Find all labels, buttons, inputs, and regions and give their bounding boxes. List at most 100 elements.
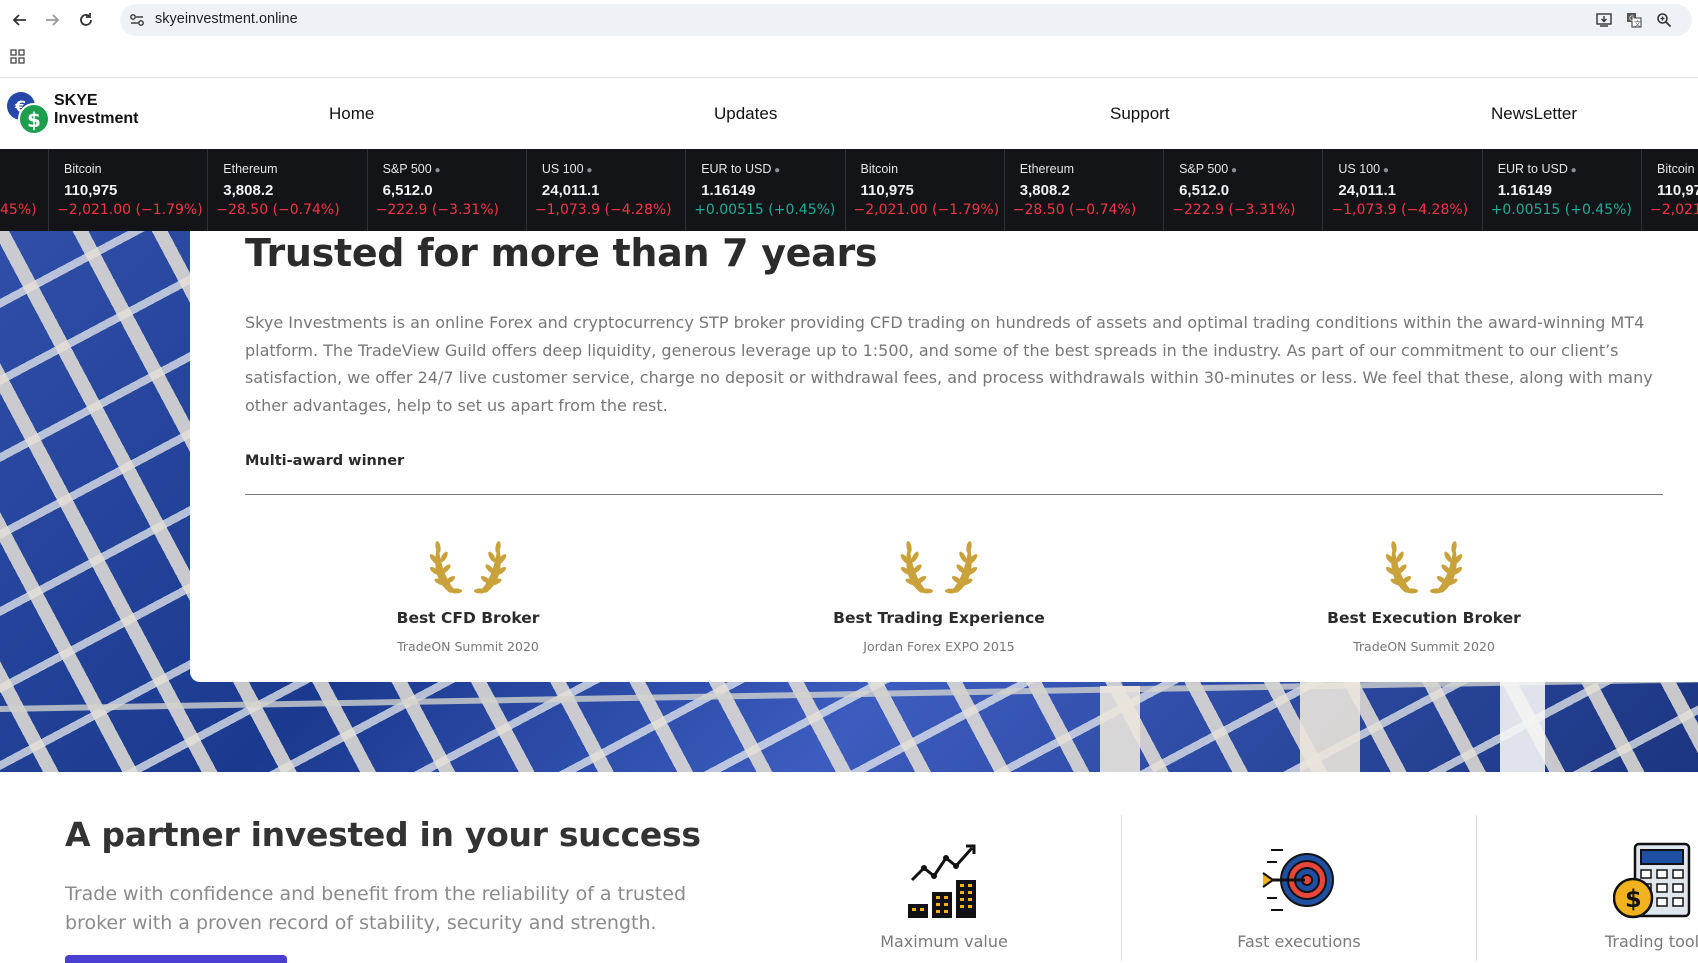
ticker-price: 1.16149 — [1497, 182, 1552, 199]
ticker-price: 6,512.0 — [1179, 182, 1230, 199]
calculator-coin-icon: $ — [1613, 842, 1691, 919]
ticker-change: −1,073.9 (−4.28%) — [534, 202, 672, 218]
ticker-item[interactable]: US 100 ● 24,011.1 −1,073.9 (−4.28%) — [525, 149, 686, 231]
ticker-change: −222.9 (−3.31%) — [375, 202, 499, 218]
ticker-symbol-name: EUR to USD ● — [701, 162, 781, 176]
award-subtitle: Jordan Forex EXPO 2015 — [863, 639, 1015, 654]
site-logo[interactable]: € $ SKYE Investment — [6, 90, 166, 136]
ticker-item[interactable]: US 100 ● 24,011.1 −1,073.9 (−4.28%) — [1322, 149, 1482, 231]
ticker-symbol-name: Bitcoin — [64, 162, 102, 176]
award-best-cfd-broker: Best CFD Broker TradeON Summit 2020 — [318, 531, 618, 654]
ticker-item[interactable]: S&P 500 ● 6,512.0 −222.9 (−3.31%) — [1163, 149, 1323, 231]
feature-label: Maximum value — [880, 932, 1008, 951]
feature-label: Fast executions — [1237, 932, 1361, 951]
svg-text:文: 文 — [1634, 19, 1641, 28]
reload-icon[interactable] — [75, 9, 97, 31]
ticker-price: 3,808.2 — [223, 182, 274, 199]
ticker-price: 3,808.2 — [1019, 182, 1070, 199]
ticker-change: −2,021.00 (−1.79%) — [1650, 202, 1698, 218]
ticker-item[interactable]: EUR to USD ● 1.16149 +0.00515 (+0.45%) — [1481, 149, 1642, 231]
ticker-change: −2,021.00 (−1.79%) — [853, 202, 1000, 218]
svg-text:$: $ — [27, 108, 41, 132]
feature-divider — [1121, 815, 1122, 961]
award-best-execution-broker: Best Execution Broker TradeON Summit 202… — [1274, 531, 1574, 654]
market-status-dot-icon: ● — [583, 165, 593, 176]
trusted-body: Skye Investments is an online Forex and … — [245, 313, 1653, 415]
nav-home[interactable]: Home — [329, 104, 374, 124]
ticker-symbol-name: S&P 500 ● — [382, 162, 441, 176]
ticker-change: −222.9 (−3.31%) — [1172, 202, 1296, 218]
laurel-wreath-icon — [428, 540, 508, 594]
ticker-price: 24,011.1 — [541, 182, 600, 199]
ticker-change: −28.50 (−0.74%) — [1012, 202, 1137, 218]
laurel-wreath-icon — [899, 540, 979, 594]
ticker-symbol-name: EUR to USD ● — [1497, 162, 1577, 176]
ticker-leading-fragment: 45%) — [0, 202, 37, 218]
trusted-title: Trusted for more than 7 years — [245, 231, 878, 275]
ticker-symbol-name: S&P 500 ● — [1179, 162, 1238, 176]
ticker-change: −1,073.9 (−4.28%) — [1331, 202, 1469, 218]
ticker-price: 110,975 — [1657, 182, 1698, 199]
award-title: Best Trading Experience — [833, 609, 1045, 627]
ticker-price: 110,975 — [64, 182, 118, 199]
forward-arrow-icon[interactable] — [41, 9, 63, 31]
ticker-item[interactable]: Ethereum 3,808.2 −28.50 (−0.74%) — [207, 149, 367, 231]
partner-text: Trade with confidence and benefit from t… — [65, 883, 687, 934]
feature-label: Trading tools — [1605, 932, 1698, 951]
market-status-dot-icon: ● — [771, 165, 781, 176]
ticker-item[interactable]: S&P 500 ● 6,512.0 −222.9 (−3.31%) — [366, 149, 527, 231]
ticker-price: 6,512.0 — [382, 182, 433, 199]
ticker-item[interactable]: Ethereum 3,808.2 −28.50 (−0.74%) — [1003, 149, 1164, 231]
url-text[interactable]: skyeinvestment.online — [155, 11, 298, 27]
award-subtitle: TradeON Summit 2020 — [1353, 639, 1495, 654]
laurel-wreath-icon — [1384, 540, 1464, 594]
trusted-card: Trusted for more than 7 years Skye Inves… — [190, 231, 1698, 682]
ticker-change: +0.00515 (+0.45%) — [1490, 202, 1632, 218]
ticker-change: −28.50 (−0.74%) — [216, 202, 340, 218]
nav-updates[interactable]: Updates — [714, 104, 777, 124]
cta-button[interactable] — [65, 955, 287, 963]
ticker-price: 110,975 — [860, 182, 914, 199]
ticker-item[interactable]: Bitcoin 110,975 −2,021.00 (−1.79%) — [48, 149, 208, 231]
feature-divider — [1476, 815, 1477, 961]
market-status-dot-icon: ● — [1228, 165, 1238, 176]
award-title: Best Execution Broker — [1327, 609, 1521, 627]
nav-support[interactable]: Support — [1110, 104, 1170, 124]
ticker-price: 1.16149 — [701, 182, 756, 199]
ticker-symbol-name: US 100 ● — [1338, 162, 1389, 176]
feature-fast-executions: Fast executions — [1179, 840, 1419, 951]
site-settings-icon[interactable] — [129, 12, 145, 28]
svg-text:$: $ — [1625, 885, 1642, 913]
ticker-item[interactable]: EUR to USD ● 1.16149 +0.00515 (+0.45%) — [685, 149, 845, 231]
browser-chrome: skyeinvestment.online G文 — [0, 0, 1698, 78]
award-subtitle: TradeON Summit 2020 — [397, 639, 539, 654]
zoom-icon[interactable] — [1655, 12, 1673, 28]
translate-icon[interactable]: G文 — [1625, 12, 1643, 28]
apps-grid-icon[interactable] — [10, 49, 26, 65]
ticker-symbol-name: Ethereum — [223, 162, 278, 176]
hero-section: Trusted for more than 7 years Skye Inves… — [0, 231, 1698, 772]
awards-heading: Multi-award winner — [245, 453, 405, 469]
ticker-change: −2,021.00 (−1.79%) — [57, 202, 203, 218]
partner-title: A partner invested in your success — [65, 815, 701, 854]
logo-text-line1: SKYE — [54, 92, 98, 109]
install-app-icon[interactable] — [1595, 12, 1613, 28]
ticker-item[interactable]: Bitcoin 110,975 −2,021.00 (−1.79%) — [844, 149, 1005, 231]
ticker-item[interactable]: Bitcoin 110,975 −2,021.00 (−1.79%) — [1641, 149, 1698, 231]
award-title: Best CFD Broker — [396, 609, 540, 627]
market-status-dot-icon: ● — [1380, 165, 1389, 176]
market-ticker: 45%) Bitcoin 110,975 −2,021.00 (−1.79%) Eth… — [0, 149, 1698, 231]
award-best-trading-experience: Best Trading Experience Jordan Forex EXP… — [789, 531, 1089, 654]
market-status-dot-icon: ● — [431, 165, 441, 176]
target-arrow-icon — [1262, 849, 1334, 911]
ticker-symbol-name: Bitcoin — [1657, 162, 1695, 176]
address-bar[interactable]: skyeinvestment.online G文 — [120, 4, 1692, 36]
logo-currency-icon: € $ — [7, 92, 50, 135]
ticker-price: 24,011.1 — [1338, 182, 1396, 199]
growth-chart-icon — [908, 844, 976, 918]
ticker-change: +0.00515 (+0.45%) — [694, 202, 836, 218]
feature-maximum-value: Maximum value — [824, 840, 1064, 951]
market-status-dot-icon: ● — [1567, 165, 1577, 176]
back-arrow-icon[interactable] — [9, 9, 31, 31]
nav-newsletter[interactable]: NewsLetter — [1491, 104, 1577, 124]
